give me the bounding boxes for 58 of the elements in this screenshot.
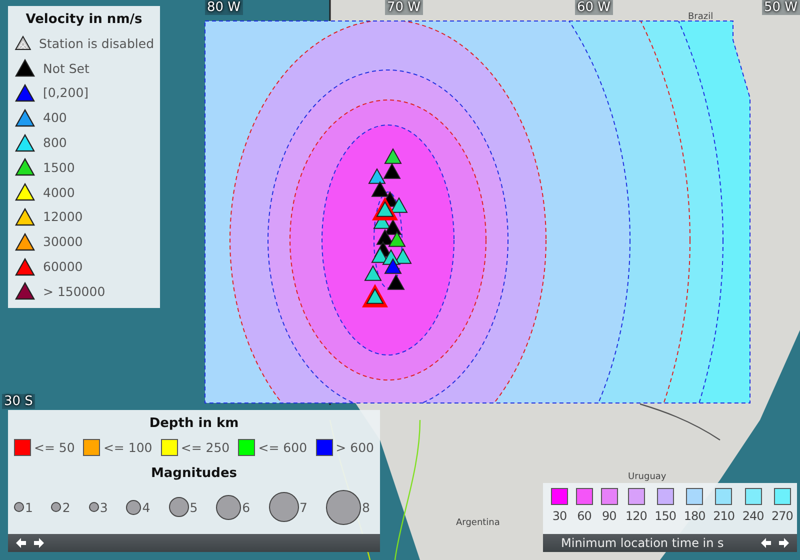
- legend-label: 12000: [43, 209, 83, 224]
- legend-label: Not Set: [43, 60, 90, 76]
- legend-label: 3: [100, 500, 108, 514]
- place-label: Uruguay: [628, 472, 666, 482]
- legend-label: 150: [654, 509, 676, 523]
- legend-label: 60000: [43, 259, 83, 274]
- circle-icon: [126, 500, 142, 514]
- legend-label: 120: [625, 509, 647, 523]
- left-arrow-button[interactable]: [761, 538, 771, 548]
- legend-label: 2: [62, 500, 70, 514]
- right-arrow-button[interactable]: [34, 538, 44, 548]
- legend-label: 30: [552, 509, 567, 523]
- legend-label: 400: [43, 110, 67, 126]
- legend-label: > 150000: [43, 284, 106, 299]
- legend-label: <= 250: [180, 440, 230, 455]
- grid-label: 60 W: [575, 0, 613, 15]
- grid-label: 30 S: [2, 394, 35, 409]
- legend-title: Magnitudes: [150, 466, 238, 481]
- legend-label: 270: [772, 509, 793, 523]
- legend-label: 210: [713, 509, 734, 523]
- legend-label: 1500: [43, 160, 75, 175]
- right-arrow-button[interactable]: [779, 538, 789, 548]
- legend-title: Depth in km: [148, 416, 240, 431]
- circle-icon: [88, 502, 99, 512]
- legend-label: 90: [602, 509, 616, 523]
- legend-title: Velocity in nm/s: [24, 12, 144, 27]
- place-label: Brazil: [688, 12, 714, 22]
- circle-icon: [268, 492, 299, 522]
- left-arrow-button[interactable]: [16, 538, 26, 548]
- legend-label: 4000: [43, 184, 75, 200]
- legend-label: 8: [362, 500, 370, 514]
- legend-title: Minimum location time in s: [561, 536, 725, 550]
- legend-label: <= 50: [34, 440, 75, 455]
- legend-label: 30000: [43, 234, 83, 250]
- legend-label: 7: [300, 500, 308, 514]
- place-label: Argentina: [456, 518, 500, 528]
- circle-icon: [168, 497, 189, 517]
- legend-label: <= 600: [258, 440, 308, 455]
- legend-label: 800: [43, 135, 67, 150]
- legend-label: 5: [190, 500, 198, 514]
- left-arrow-icon: [761, 538, 771, 548]
- legend-label: [0,200]: [43, 85, 89, 100]
- legend-label: 1: [25, 500, 33, 514]
- circle-icon: [51, 502, 62, 512]
- right-arrow-icon: [779, 538, 789, 548]
- legend-label: 180: [684, 509, 706, 523]
- legend-label: <= 100: [103, 440, 152, 455]
- legend-label: 4: [142, 500, 150, 514]
- left-arrow-icon: [16, 538, 26, 548]
- circle-icon: [14, 502, 24, 512]
- circle-icon: [216, 494, 242, 520]
- legend-label: > 600: [336, 440, 374, 455]
- legend-label: 6: [242, 500, 250, 514]
- legend-label: Station is disabled: [39, 36, 154, 51]
- circle-icon: [326, 490, 361, 524]
- right-arrow-icon: [34, 538, 44, 548]
- legend-label: 60: [577, 509, 592, 523]
- legend-label: 240: [742, 509, 764, 523]
